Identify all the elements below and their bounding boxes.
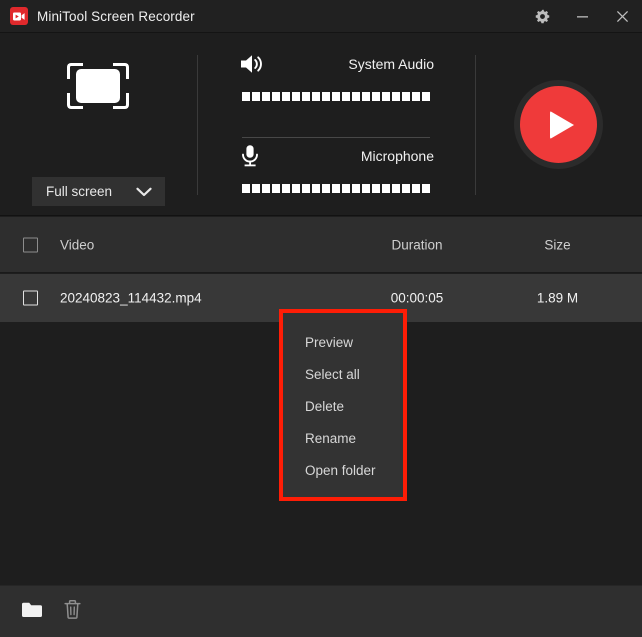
recordings-table-header: Video Duration Size — [0, 217, 642, 273]
fullscreen-capture-icon — [67, 63, 129, 109]
capture-mode-label: Full screen — [46, 184, 113, 199]
checkbox-box — [23, 290, 38, 306]
minimize-button[interactable] — [562, 0, 602, 33]
record-button[interactable] — [514, 80, 603, 169]
title-bar: MiniTool Screen Recorder — [0, 0, 642, 33]
context-menu-item-open-folder[interactable]: Open folder — [283, 455, 403, 487]
microphone-block: Microphone — [197, 137, 475, 193]
context-menu-item-delete[interactable]: Delete — [283, 391, 403, 423]
control-panel: Full screen System Audio Microphone — [0, 33, 642, 216]
row-size: 1.89 M — [536, 290, 579, 306]
settings-button[interactable] — [522, 0, 562, 33]
capture-mode-section: Full screen — [0, 33, 197, 216]
close-icon — [616, 10, 629, 23]
chevron-down-icon — [136, 187, 152, 197]
context-menu-item-select-all[interactable]: Select all — [283, 359, 403, 391]
context-menu: Preview Select all Delete Rename Open fo… — [283, 313, 403, 497]
row-video-name: 20240823_114432.mp4 — [60, 290, 202, 306]
capture-mode-dropdown[interactable]: Full screen — [32, 177, 165, 206]
delete-button[interactable] — [59, 599, 85, 625]
minimize-icon — [576, 10, 589, 23]
system-audio-block: System Audio — [197, 45, 475, 138]
trash-icon — [63, 599, 82, 625]
folder-icon — [21, 601, 43, 624]
column-header-duration[interactable]: Duration — [362, 237, 472, 252]
play-triangle-icon — [550, 110, 574, 139]
close-button[interactable] — [602, 0, 642, 33]
microphone-label: Microphone — [360, 148, 434, 164]
app-logo-icon — [10, 7, 28, 25]
window-controls — [522, 0, 642, 33]
system-audio-level-meter — [242, 92, 430, 101]
context-menu-item-rename[interactable]: Rename — [283, 423, 403, 455]
row-checkbox[interactable] — [23, 290, 38, 306]
microphone-icon[interactable] — [239, 144, 261, 168]
row-duration: 00:00:05 — [390, 290, 444, 306]
window-title: MiniTool Screen Recorder — [37, 8, 195, 24]
microphone-row[interactable]: Microphone — [197, 137, 475, 175]
gear-icon — [535, 9, 550, 24]
context-menu-item-preview[interactable]: Preview — [283, 327, 403, 359]
record-section — [475, 33, 642, 216]
open-folder-button[interactable] — [19, 600, 45, 624]
select-all-checkbox[interactable] — [23, 237, 38, 252]
speaker-icon[interactable] — [239, 53, 265, 75]
audio-section: System Audio Microphone — [197, 33, 475, 216]
microphone-level-meter — [242, 184, 430, 193]
checkbox-box — [23, 237, 38, 252]
column-header-video[interactable]: Video — [60, 237, 94, 252]
system-audio-row[interactable]: System Audio — [197, 45, 475, 83]
bottom-toolbar — [0, 585, 642, 637]
column-header-size[interactable]: Size — [510, 237, 605, 252]
system-audio-label: System Audio — [348, 56, 434, 72]
app-window: MiniTool Screen Recorder Full screen Sys… — [0, 0, 642, 637]
